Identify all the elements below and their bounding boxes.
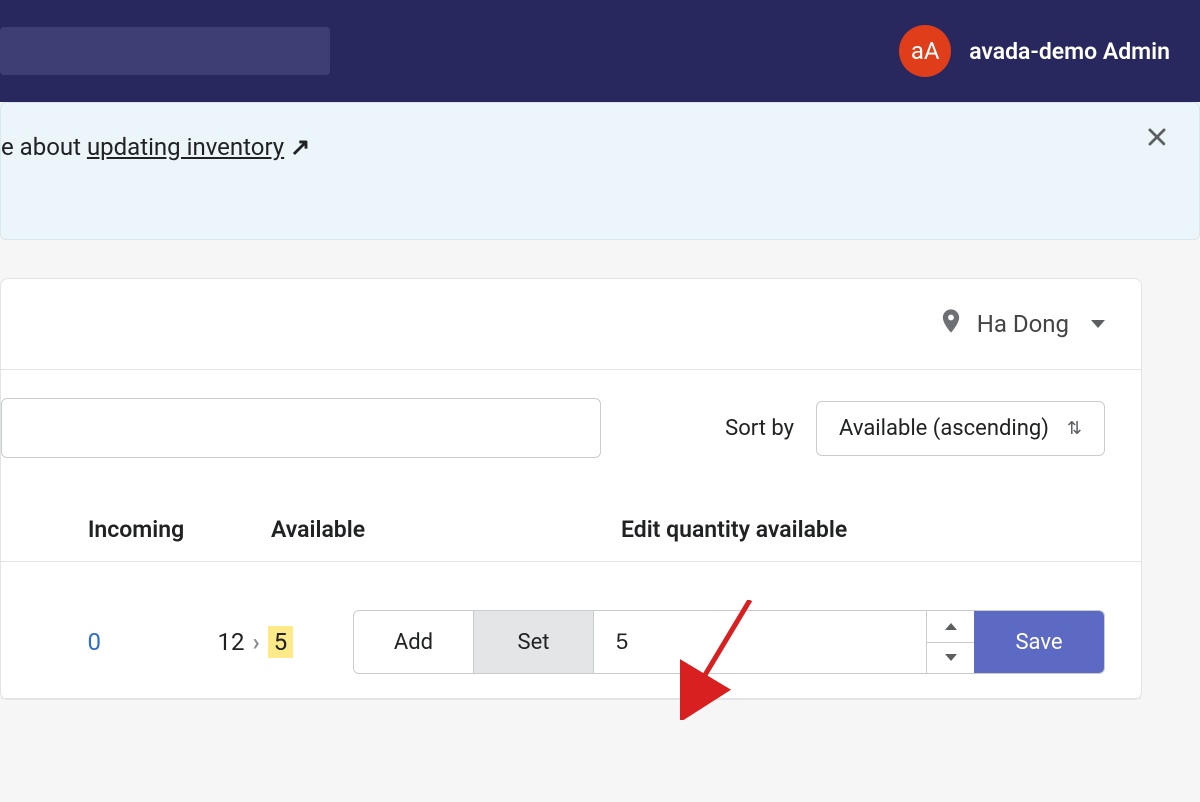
location-name: Ha Dong	[977, 310, 1069, 338]
inventory-card: Ha Dong Sort by Available (ascending) ⇅ …	[0, 278, 1142, 700]
location-picker[interactable]: Ha Dong	[937, 307, 1105, 341]
search-input[interactable]	[0, 27, 330, 75]
quantity-input[interactable]	[594, 611, 926, 673]
updating-inventory-link[interactable]: updating inventory	[87, 133, 284, 161]
available-old: 12	[218, 628, 245, 656]
column-edit-quantity: Edit quantity available	[471, 516, 1141, 543]
available-new: 5	[268, 626, 294, 658]
available-value: 12 › 5	[188, 626, 335, 658]
external-link-icon: ↗	[290, 133, 310, 161]
info-banner: e about updating inventory↗	[0, 102, 1200, 240]
step-down-button[interactable]	[927, 643, 974, 674]
set-button[interactable]: Set	[474, 611, 594, 673]
banner-text-fragment: e about	[1, 133, 87, 161]
chevron-right-icon: ›	[253, 628, 260, 656]
sort-selected-value: Available (ascending)	[839, 416, 1049, 441]
header-user-area[interactable]: aA avada-demo Admin	[899, 25, 1170, 77]
column-available: Available	[271, 516, 471, 543]
save-button[interactable]: Save	[974, 611, 1104, 673]
sort-select[interactable]: Available (ascending) ⇅	[816, 401, 1105, 456]
location-pin-icon	[937, 307, 965, 341]
quantity-stepper	[926, 611, 974, 673]
chevron-down-icon	[1091, 320, 1105, 328]
edit-quantity-cell: Add Set Save	[335, 610, 1141, 674]
incoming-value[interactable]: 0	[1, 628, 188, 656]
column-incoming: Incoming	[1, 516, 271, 543]
inventory-table: Incoming Available Edit quantity availab…	[1, 498, 1141, 699]
avatar: aA	[899, 25, 951, 77]
edit-quantity-group: Add Set Save	[353, 610, 1105, 674]
add-button[interactable]: Add	[354, 611, 474, 673]
filter-input[interactable]	[1, 398, 601, 458]
admin-name-label: avada-demo Admin	[969, 38, 1170, 65]
sort-caret-icon: ⇅	[1067, 418, 1082, 439]
location-bar: Ha Dong	[1, 279, 1141, 370]
filter-bar: Sort by Available (ascending) ⇅	[1, 370, 1141, 470]
banner-text: e about updating inventory↗	[1, 133, 310, 161]
sort-label: Sort by	[725, 416, 794, 441]
top-header: aA avada-demo Admin	[0, 0, 1200, 102]
close-icon[interactable]	[1143, 123, 1171, 155]
table-header: Incoming Available Edit quantity availab…	[1, 498, 1141, 562]
step-up-button[interactable]	[927, 611, 974, 643]
table-row: 0 12 › 5 Add Set Save	[1, 562, 1141, 699]
